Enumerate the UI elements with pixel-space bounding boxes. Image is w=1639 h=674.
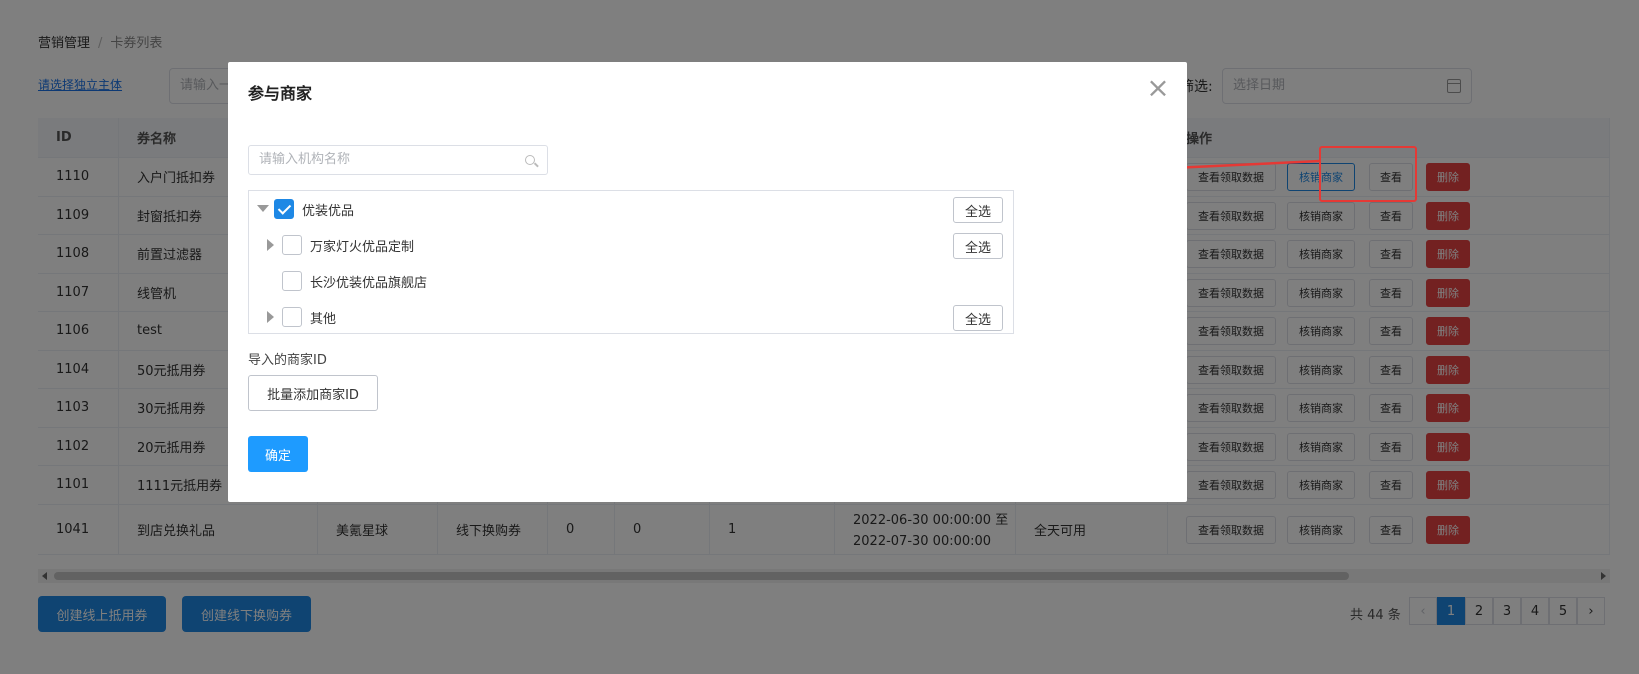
caret-right-icon[interactable] bbox=[267, 311, 274, 323]
annotation-highlight-box bbox=[1319, 146, 1417, 202]
tree-label-wanjia: 万家灯火优品定制 bbox=[310, 240, 415, 255]
tree-node-child[interactable]: 长沙优装优品旗舰店 bbox=[249, 263, 1013, 299]
select-all-button[interactable]: 全选 bbox=[953, 305, 1003, 331]
import-merchant-id-label: 导入的商家ID bbox=[248, 353, 327, 368]
select-all-button[interactable]: 全选 bbox=[953, 233, 1003, 259]
merchant-tree: 优装优品 全选 万家灯火优品定制 全选 长沙优装优品旗舰店 其他 全选 bbox=[248, 190, 1014, 334]
close-icon[interactable]: × bbox=[1145, 74, 1171, 102]
tree-label-other: 其他 bbox=[310, 312, 337, 327]
search-icon bbox=[525, 155, 535, 165]
caret-down-icon[interactable] bbox=[257, 205, 269, 212]
participating-merchants-dialog: 参与商家 × 请输入机构名称 优装优品 全选 万家灯火优品定制 全选 长沙优装优… bbox=[228, 62, 1187, 502]
tree-node-child[interactable]: 其他 全选 bbox=[249, 299, 1013, 335]
tree-checkbox[interactable] bbox=[282, 307, 302, 327]
tree-node-root[interactable]: 优装优品 全选 bbox=[249, 191, 1013, 227]
tree-label-changsha: 长沙优装优品旗舰店 bbox=[310, 276, 428, 291]
confirm-button[interactable]: 确定 bbox=[248, 436, 308, 472]
tree-checkbox[interactable] bbox=[282, 271, 302, 291]
dialog-title: 参与商家 bbox=[248, 84, 313, 103]
tree-checkbox-checked[interactable] bbox=[274, 199, 294, 219]
org-search-input[interactable]: 请输入机构名称 bbox=[248, 145, 548, 175]
batch-add-merchant-button[interactable]: 批量添加商家ID bbox=[248, 375, 378, 411]
tree-node-child[interactable]: 万家灯火优品定制 全选 bbox=[249, 227, 1013, 263]
org-search-placeholder: 请输入机构名称 bbox=[259, 152, 351, 167]
tree-label-root: 优装优品 bbox=[302, 204, 355, 219]
tree-checkbox[interactable] bbox=[282, 235, 302, 255]
select-all-button[interactable]: 全选 bbox=[953, 197, 1003, 223]
caret-right-icon[interactable] bbox=[267, 239, 274, 251]
